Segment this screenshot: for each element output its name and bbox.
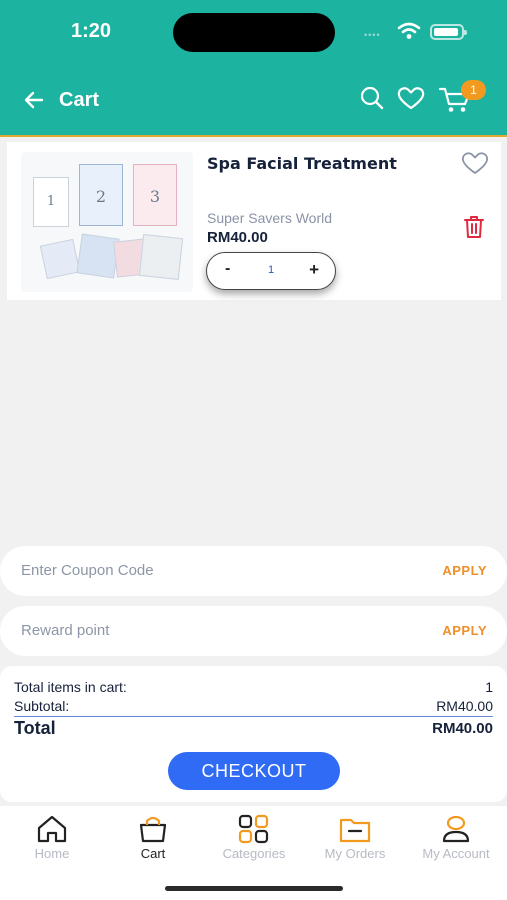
back-arrow-icon[interactable] (20, 86, 48, 114)
coupon-field[interactable]: Enter Coupon Code APPLY (0, 546, 507, 596)
coupon-input[interactable]: Enter Coupon Code (21, 562, 154, 579)
user-icon (442, 815, 470, 843)
dynamic-island (173, 13, 335, 52)
nav-item-categories[interactable]: Categories (204, 814, 304, 861)
search-icon[interactable] (358, 84, 386, 112)
nav-item-my-account[interactable]: My Account (406, 814, 506, 861)
checkout-button[interactable]: CHECKOUT (168, 752, 340, 790)
signal-icon: •••• (364, 30, 381, 40)
product-image[interactable]: 1 2 3 (21, 152, 193, 292)
nav-item-home[interactable]: Home (2, 814, 102, 861)
delete-trash-icon[interactable] (462, 214, 486, 240)
add-to-wishlist-icon[interactable] (460, 150, 490, 176)
summary-divider (14, 716, 493, 717)
cart-count-badge: 1 (461, 80, 486, 100)
cart-item-card: 1 2 3 Spa Facial Treatment Super Savers … (7, 142, 501, 300)
status-bar: 1:20 •••• (0, 0, 507, 64)
nav-label-home: Home (34, 846, 70, 861)
wishlist-heart-icon[interactable] (396, 84, 426, 112)
items-count-value: 1 (485, 679, 493, 695)
nav-item-cart[interactable]: Cart (103, 814, 203, 861)
nav-label-cart: Cart (140, 846, 166, 861)
home-indicator (165, 886, 343, 891)
reward-point-input[interactable]: Reward point (21, 622, 109, 639)
nav-label-categories: Categories (222, 846, 286, 861)
wifi-icon (397, 22, 421, 39)
status-time: 1:20 (71, 20, 112, 42)
total-row: Total RM40.00 (14, 718, 493, 739)
nav-label-my-account: My Account (422, 846, 490, 861)
items-count-label: Total items in cart: (14, 679, 127, 695)
reward-point-field[interactable]: Reward point APPLY (0, 606, 507, 656)
subtotal-row: Subtotal: RM40.00 (14, 698, 493, 714)
items-count-row: Total items in cart: 1 (14, 679, 493, 695)
subtotal-value: RM40.00 (436, 698, 493, 714)
app-header: 1:20 •••• Cart 1 (0, 0, 507, 137)
home-icon (37, 815, 67, 843)
product-name[interactable]: Spa Facial Treatment (207, 154, 397, 173)
page-title: Cart (59, 89, 100, 111)
seller-name: Super Savers World (207, 210, 333, 226)
total-value: RM40.00 (432, 720, 493, 737)
nav-item-my-orders[interactable]: My Orders (305, 814, 405, 861)
bag-icon (139, 816, 167, 843)
apply-reward-button[interactable]: APPLY (442, 623, 487, 638)
nav-label-my-orders: My Orders (324, 846, 386, 861)
apply-coupon-button[interactable]: APPLY (442, 563, 487, 578)
total-label: Total (14, 718, 56, 738)
product-price: RM40.00 (207, 229, 268, 246)
battery-icon (430, 24, 467, 40)
grid-icon (238, 814, 269, 844)
subtotal-label: Subtotal: (14, 698, 70, 714)
folder-icon (339, 818, 371, 843)
increase-quantity-button[interactable]: + (309, 260, 319, 280)
quantity-stepper: - 1 + (206, 252, 336, 290)
